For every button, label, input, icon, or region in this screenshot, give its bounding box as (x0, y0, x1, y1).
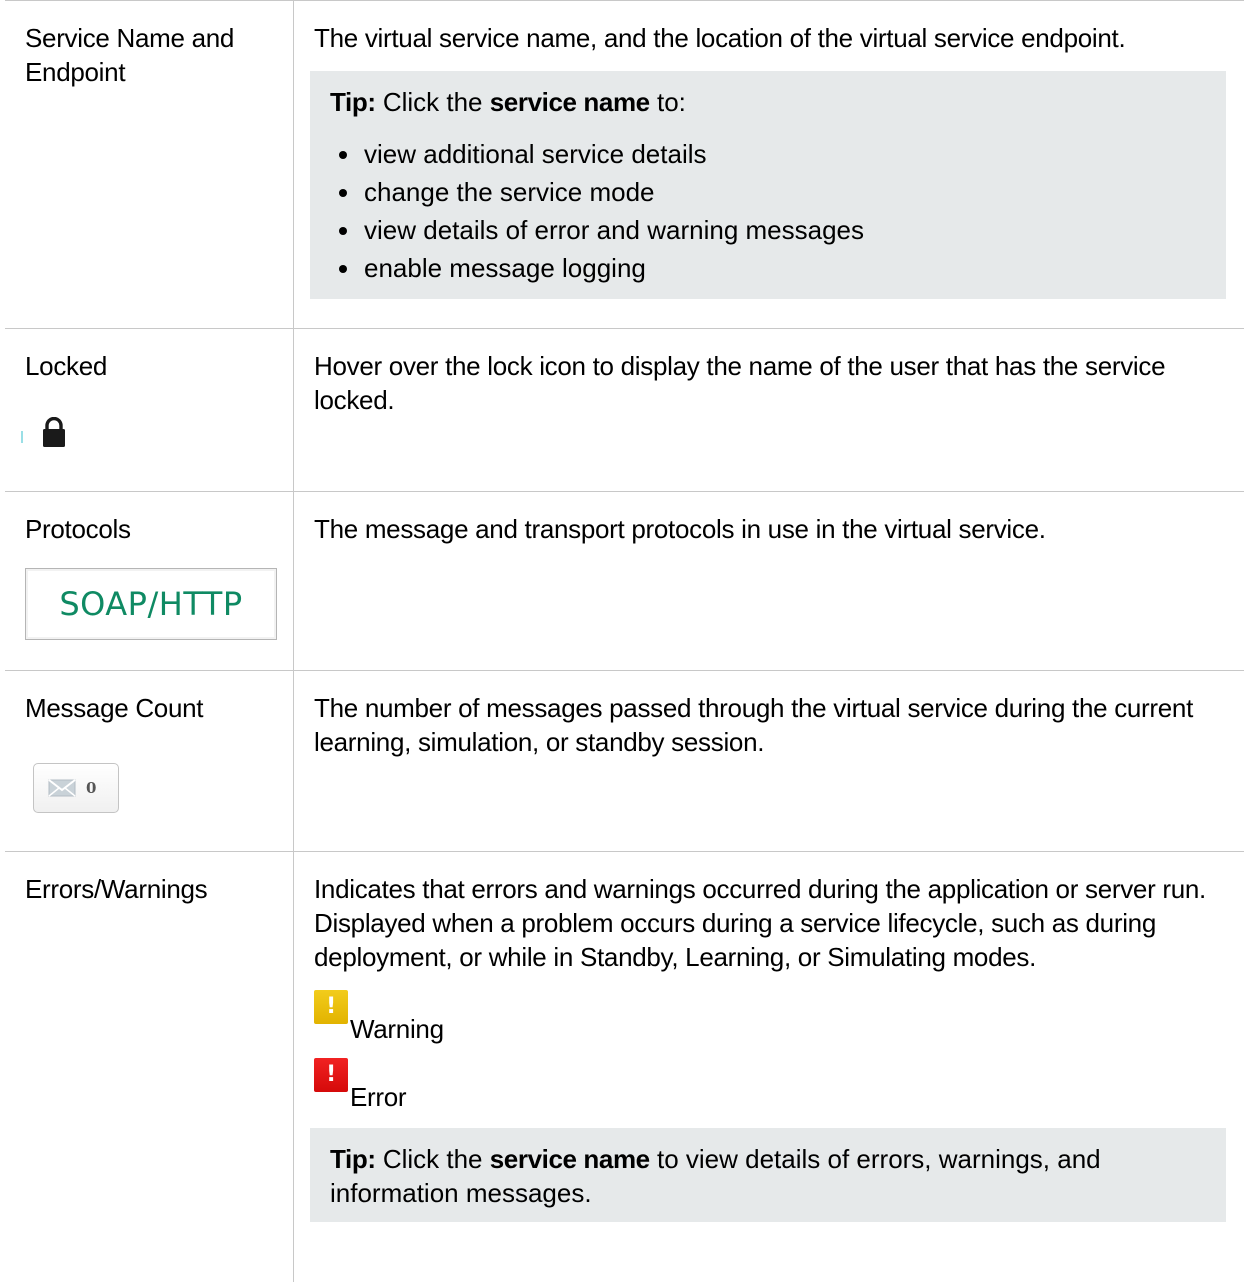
error-icon: ! (314, 1058, 348, 1092)
tip-label: Tip: (330, 87, 376, 117)
table-row-service-name: Service Name and Endpoint The virtual se… (5, 1, 1244, 329)
list-item: view details of error and warning messag… (362, 211, 1206, 249)
protocol-badge: SOAP/HTTP (25, 568, 277, 640)
tip-box: Tip: Click the service name to: view add… (310, 71, 1226, 299)
term-label: Locked (5, 329, 293, 383)
term-cell: Errors/Warnings (5, 852, 294, 1282)
lock-indicator (21, 417, 81, 457)
warning-legend: ! Warning (314, 990, 1234, 1044)
tip-text-pre: Click the (383, 87, 483, 117)
description-text: The virtual service name, and the locati… (314, 21, 1234, 55)
term-cell: Message Count 0 (5, 671, 294, 852)
warning-label: Warning (350, 1014, 444, 1044)
protocol-text: SOAP/HTTP (59, 585, 242, 623)
description-text: Hover over the lock icon to display the … (314, 349, 1234, 417)
description-cell: The virtual service name, and the locati… (294, 1, 1244, 329)
tip-label: Tip: (330, 1144, 376, 1174)
list-item: enable message logging (362, 249, 1206, 287)
description-cell: The message and transport protocols in u… (294, 492, 1244, 671)
tip-text-pre: Click the (383, 1144, 483, 1174)
term-label: Protocols (5, 492, 293, 546)
term-label: Message Count (5, 671, 293, 725)
table-row-message-count: Message Count 0 The number of messages p… (5, 671, 1244, 852)
term-cell: Locked (5, 329, 294, 492)
tip-bullet-list: view additional service details change t… (330, 135, 1206, 287)
table-row-locked: Locked Hover over the lock icon to displ… (5, 329, 1244, 492)
list-item: change the service mode (362, 173, 1206, 211)
error-label: Error (350, 1082, 406, 1112)
term-label: Errors/Warnings (5, 852, 293, 906)
description-text: The message and transport protocols in u… (314, 512, 1234, 546)
lock-icon (41, 417, 67, 447)
cursor-mark (21, 431, 23, 443)
description-text: Indicates that errors and warnings occur… (314, 872, 1234, 974)
description-cell: Hover over the lock icon to display the … (294, 329, 1244, 492)
term-label: Service Name and Endpoint (5, 1, 293, 89)
error-legend: ! Error (314, 1058, 1234, 1112)
field-description-table: Service Name and Endpoint The virtual se… (5, 0, 1244, 1282)
table-row-errors-warnings: Errors/Warnings Indicates that errors an… (5, 852, 1244, 1282)
description-cell: The number of messages passed through th… (294, 671, 1244, 852)
list-item: view additional service details (362, 135, 1206, 173)
warning-icon: ! (314, 990, 348, 1024)
tip-service-name-emphasis: service name (490, 1144, 650, 1174)
tip-service-name-emphasis: service name (490, 87, 650, 117)
message-count-badge: 0 (33, 763, 119, 813)
tip-box: Tip: Click the service name to view deta… (310, 1128, 1226, 1222)
term-cell: Protocols SOAP/HTTP (5, 492, 294, 671)
description-text: The number of messages passed through th… (314, 691, 1234, 759)
message-count-value: 0 (86, 779, 96, 797)
term-cell: Service Name and Endpoint (5, 1, 294, 329)
table-row-protocols: Protocols SOAP/HTTP The message and tran… (5, 492, 1244, 671)
tip-text-post: to: (657, 87, 686, 117)
envelope-icon (48, 779, 76, 797)
description-cell: Indicates that errors and warnings occur… (294, 852, 1244, 1282)
